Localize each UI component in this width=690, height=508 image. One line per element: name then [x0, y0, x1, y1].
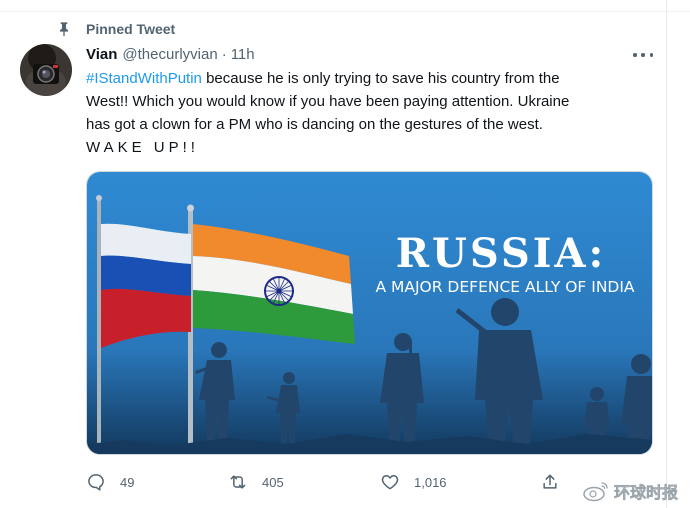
share-button[interactable] [540, 470, 574, 494]
flag-pole-left [97, 198, 101, 444]
author-name[interactable]: Vian [86, 46, 117, 63]
watermark-text: 环球时报 [614, 485, 679, 503]
retweet-icon [230, 475, 246, 489]
pin-icon [60, 22, 68, 37]
more-options-icon[interactable] [633, 47, 653, 63]
pinned-label: Pinned Tweet [86, 21, 176, 37]
russia-flag [101, 223, 191, 348]
pinned-indicator: Pinned Tweet [56, 20, 175, 38]
reply-icon [88, 474, 104, 491]
tweet-actions: 49 405 1,016 [86, 470, 666, 494]
tweet-line-4: WAKE UP!! [86, 139, 199, 156]
weibo-watermark: 环球时报 [582, 478, 678, 504]
tweet-text: #IStandWithPutin because he is only tryi… [86, 67, 646, 159]
top-divider [0, 0, 690, 12]
poster-headline: RUSSIA: [396, 230, 607, 277]
right-divider [666, 0, 667, 508]
tweet-line-2: West!! Which you would know if you have … [86, 93, 570, 110]
reply-count: 49 [120, 474, 135, 490]
retweet-button[interactable]: 405 [228, 470, 284, 494]
avatar[interactable] [20, 44, 72, 96]
weibo-logo-icon [583, 482, 608, 502]
tweet-line-1-text: because he is only trying to save his co… [201, 70, 560, 87]
like-button[interactable]: 1,016 [380, 470, 447, 494]
tweet-line-3: has got a clown for a PM who is dancing … [86, 116, 543, 133]
author-handle[interactable]: @thecurlyvian [122, 46, 217, 63]
like-count: 1,016 [414, 474, 447, 490]
header-separator: · [221, 45, 227, 63]
share-icon [543, 474, 557, 489]
hashtag-link[interactable]: #IStandWithPutin [86, 70, 202, 87]
tweet-line-1: #IStandWithPutin because he is only tryi… [86, 67, 646, 90]
retweet-count: 405 [262, 474, 284, 490]
tweet-timestamp[interactable]: 11h [231, 46, 255, 63]
reply-button[interactable]: 49 [86, 470, 134, 494]
tweet-header: Vian @thecurlyvian · 11h [86, 44, 255, 64]
heart-icon [381, 475, 399, 490]
poster-subheadline: A MAJOR DEFENCE ALLY OF INDIA [375, 278, 634, 296]
tweet-image[interactable]: RUSSIA: A MAJOR DEFENCE ALLY OF INDIA [86, 171, 653, 455]
